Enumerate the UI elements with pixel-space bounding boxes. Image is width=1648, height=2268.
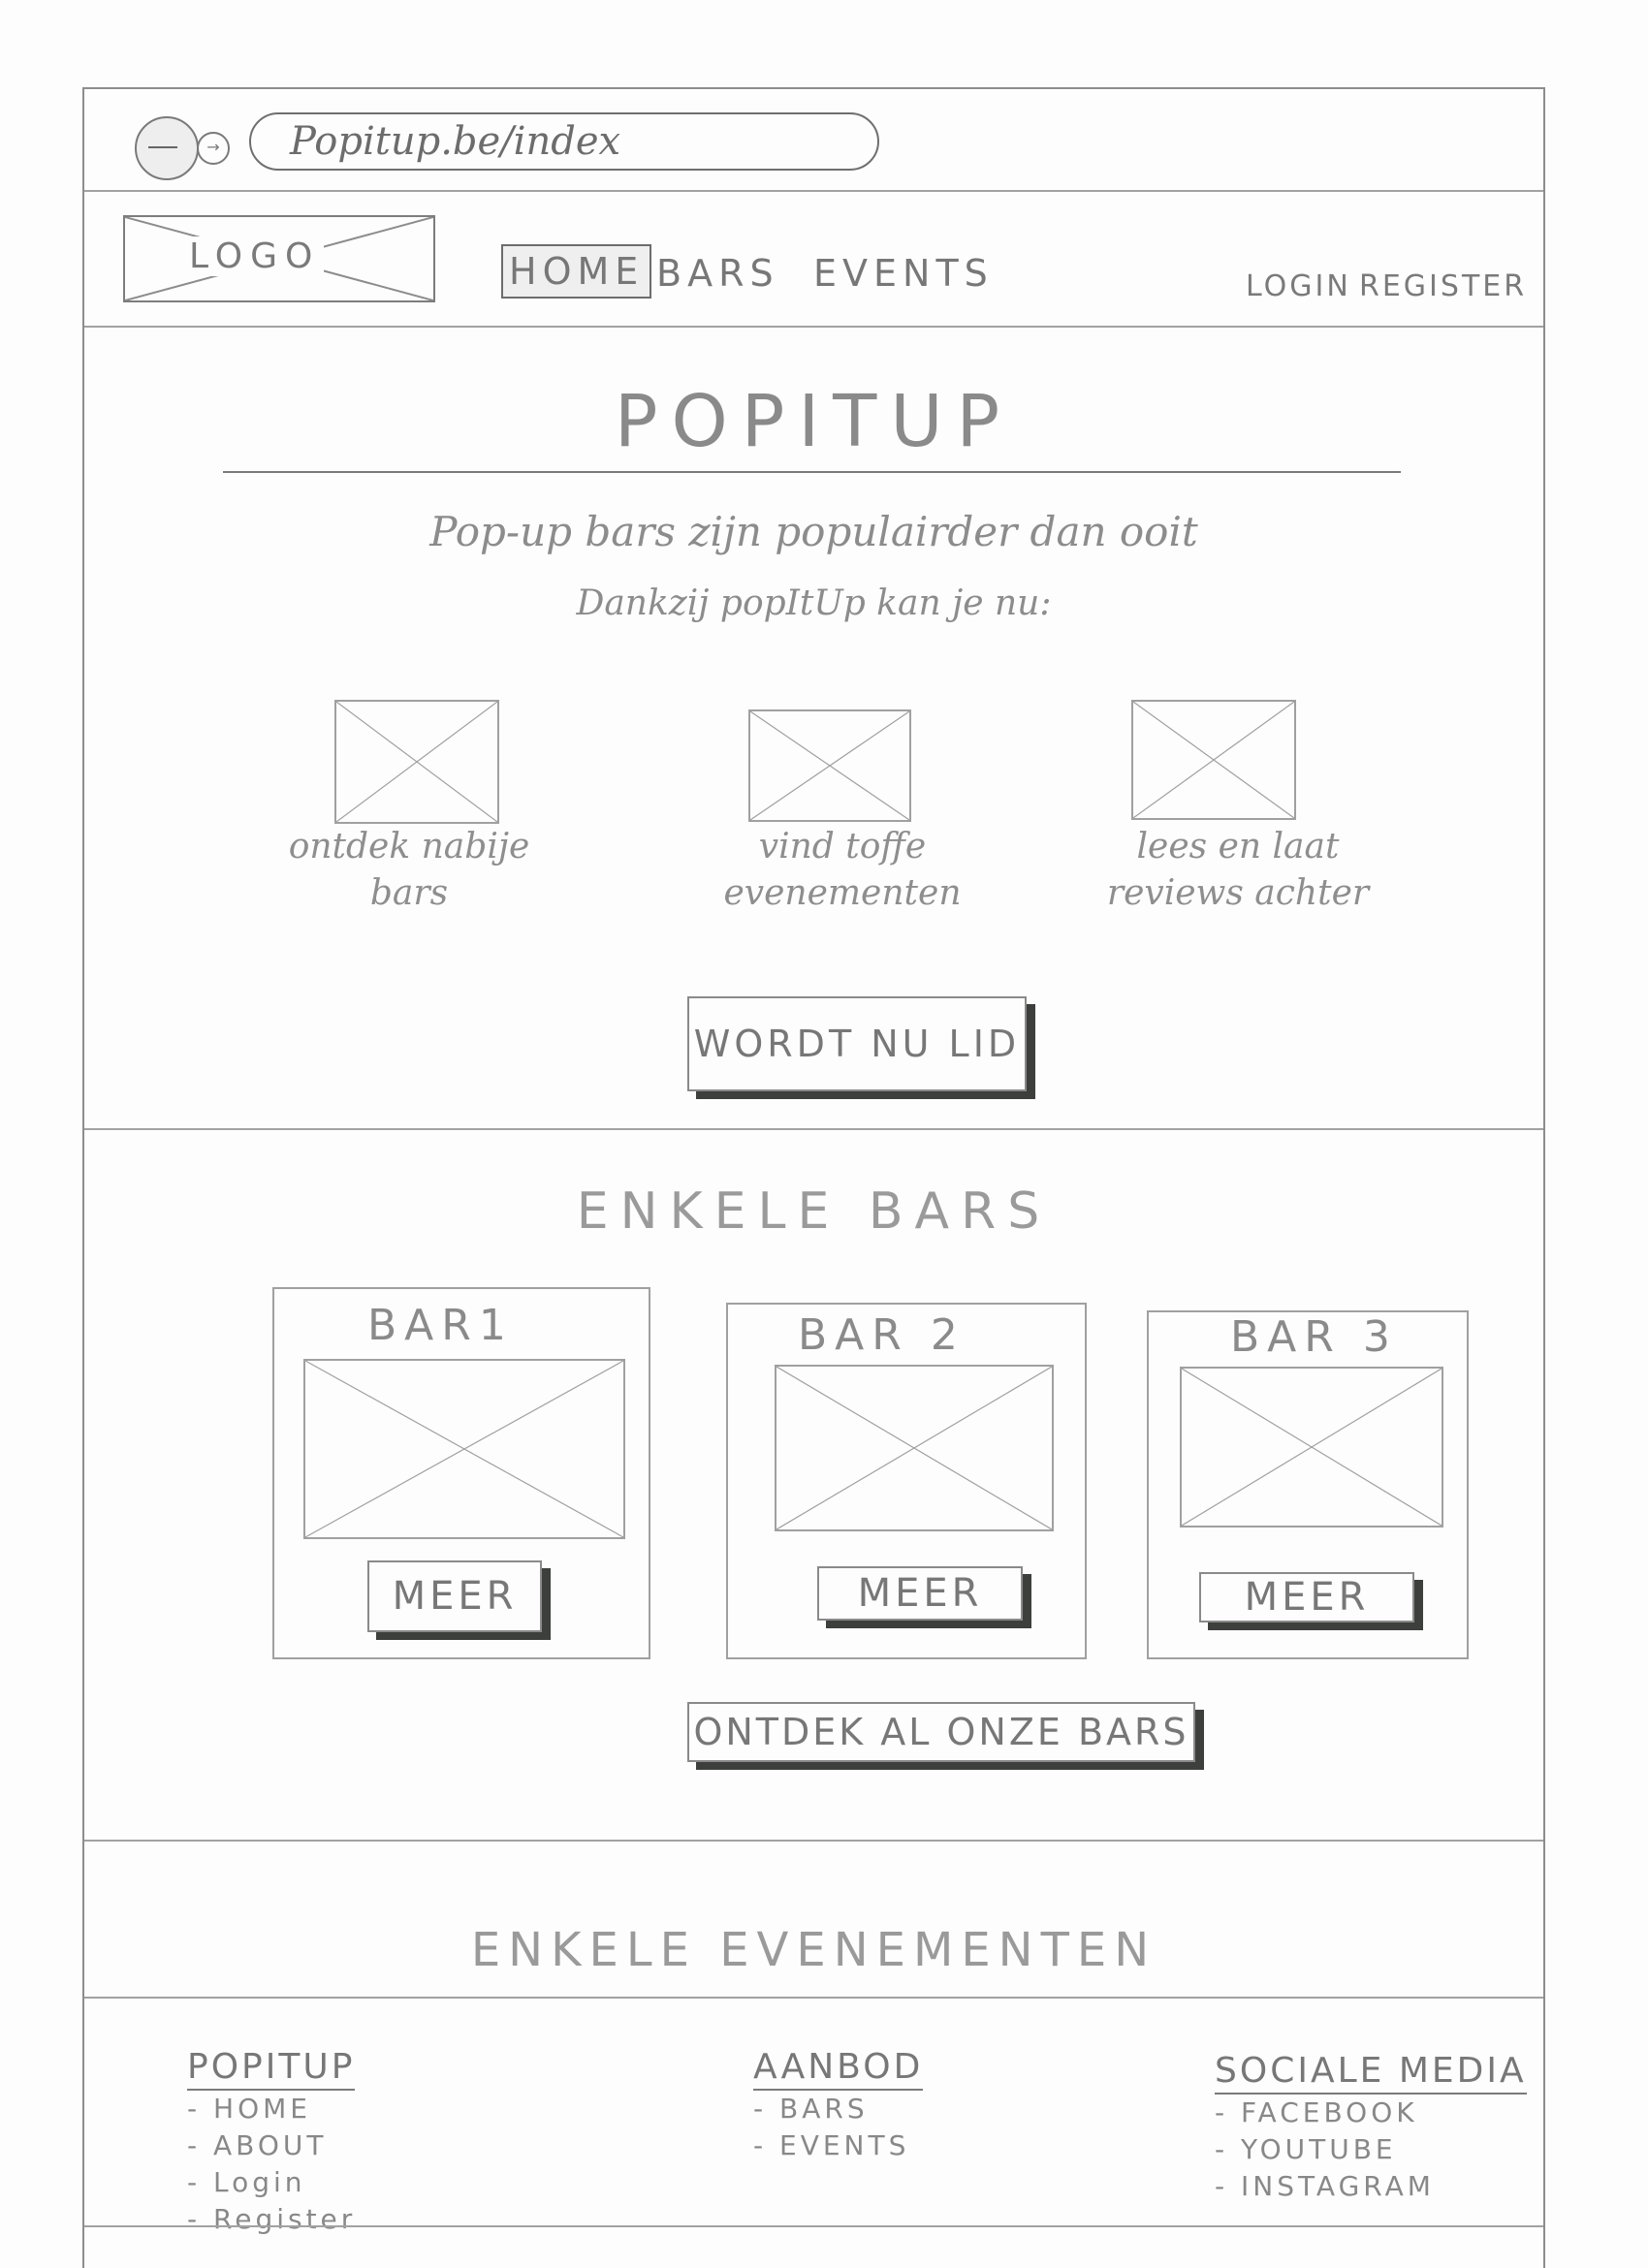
nav-home[interactable]: HOME (501, 244, 652, 299)
nav-events[interactable]: EVENTS (813, 252, 994, 295)
logo-label: LOGO (185, 236, 325, 276)
bar-card-2: BAR 2 MEER (726, 1303, 1087, 1659)
feature-image-3 (1131, 700, 1296, 820)
feature-caption-1: ontdek nabije bars (288, 827, 530, 913)
address-bar[interactable]: Popitup.be/index (249, 112, 879, 171)
feature-image-2 (748, 709, 911, 822)
footer-bottom-line (84, 2225, 1543, 2227)
discover-all-bars-button[interactable]: ONTDEK AL ONZE BARS (687, 1702, 1195, 1762)
footer-link-login[interactable]: Login (187, 2164, 356, 2201)
nav-divider (84, 326, 1543, 328)
footer-heading: AANBOD (753, 2047, 924, 2091)
hero-title-underline (223, 471, 1401, 473)
globe-icon (135, 116, 199, 180)
hero-subtagline: Dankzij popItUp kan je nu: (576, 583, 1052, 623)
feature-image-1 (334, 700, 499, 824)
footer-heading: SOCIALE MEDIA (1215, 2051, 1527, 2095)
footer-link-about[interactable]: ABOUT (187, 2127, 356, 2164)
nav-bars[interactable]: BARS (656, 252, 779, 295)
footer-link-events[interactable]: EVENTS (753, 2127, 923, 2164)
footer-link-register[interactable]: Register (187, 2201, 356, 2238)
events-divider (84, 1997, 1543, 1999)
register-link[interactable]: REGISTER (1359, 269, 1527, 303)
bar-card-3: BAR 3 MEER (1147, 1310, 1469, 1659)
logo[interactable]: LOGO (123, 215, 435, 302)
footer-link-bars[interactable]: BARS (753, 2091, 923, 2127)
bars-section-title: ENKELE BARS (576, 1182, 1052, 1241)
hero-divider (84, 1128, 1543, 1130)
bar-card-title: BAR1 (367, 1301, 514, 1350)
bars-divider (84, 1840, 1543, 1842)
bar-more-button[interactable]: MEER (1199, 1572, 1414, 1622)
footer-link-youtube[interactable]: YOUTUBE (1215, 2131, 1527, 2168)
hero-tagline: Pop-up bars zijn populairder dan ooit (429, 508, 1198, 555)
bar-more-button[interactable]: MEER (817, 1566, 1023, 1621)
footer-heading: POPITUP (187, 2047, 356, 2091)
bar-card-title: BAR 2 (798, 1310, 966, 1360)
bar-image (775, 1365, 1054, 1531)
footer-link-instagram[interactable]: INSTAGRAM (1215, 2168, 1527, 2205)
back-arrow-icon[interactable]: → (197, 132, 230, 165)
bar-more-button[interactable]: MEER (367, 1560, 542, 1632)
bar-image (303, 1359, 625, 1539)
browser-divider (84, 190, 1543, 192)
footer-column-aanbod: AANBOD BARS EVENTS (753, 2047, 924, 2164)
feature-caption-3: lees en laat reviews achter (1106, 827, 1370, 913)
hero-title: POPITUP (614, 380, 1014, 463)
bar-card-title: BAR 3 (1230, 1312, 1398, 1362)
wireframe-sheet: → Popitup.be/index LOGO HOME BARS EVENTS… (82, 87, 1545, 2268)
join-now-button[interactable]: WORDT NU LID (687, 996, 1027, 1091)
footer-column-social-media: SOCIALE MEDIA FACEBOOK YOUTUBE INSTAGRAM (1215, 2051, 1527, 2205)
footer-column-popitup: POPITUP HOME ABOUT Login Register (187, 2047, 356, 2238)
feature-caption-2: vind toffe evenementen (723, 827, 962, 913)
footer-link-facebook[interactable]: FACEBOOK (1215, 2095, 1527, 2131)
events-section-title: ENKELE EVENEMENTEN (470, 1923, 1157, 1977)
bar-image (1180, 1367, 1443, 1528)
footer-link-home[interactable]: HOME (187, 2091, 356, 2127)
login-link[interactable]: LOGIN (1246, 269, 1351, 303)
bar-card-1: BAR1 MEER (272, 1287, 650, 1659)
